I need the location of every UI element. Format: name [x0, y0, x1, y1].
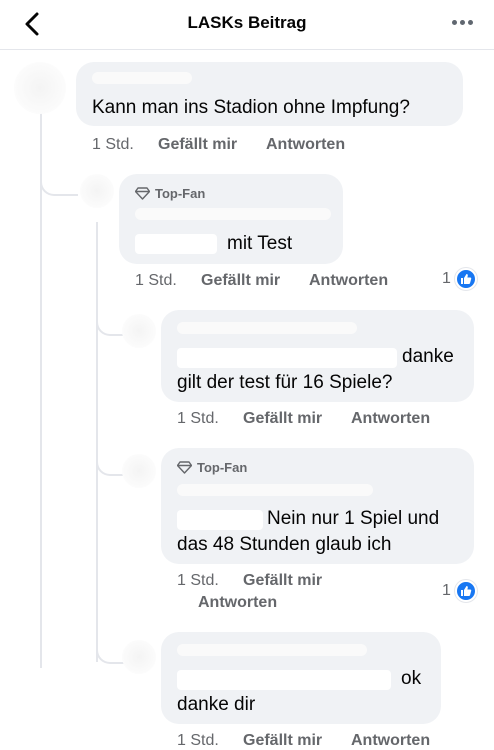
reply-button[interactable]: Antworten — [309, 272, 388, 290]
author-name[interactable] — [177, 644, 367, 656]
avatar[interactable] — [14, 62, 66, 114]
reply-button[interactable]: Antworten — [266, 136, 345, 154]
redacted-text — [177, 348, 397, 368]
comment-text: das 48 Stunden glaub ich — [177, 534, 392, 555]
top-fan-badge: Top-Fan — [177, 460, 247, 475]
comment-text: danke dir — [177, 694, 256, 715]
like-button[interactable]: Gefällt mir — [201, 272, 280, 290]
diamond-icon — [135, 187, 150, 200]
top-fan-badge: Top-Fan — [135, 186, 205, 201]
thumbs-up-icon — [454, 580, 477, 602]
comment-timestamp[interactable]: 1 Std. — [177, 732, 219, 750]
top-nav-bar: LASKs Beitrag — [0, 0, 494, 50]
comment-text: Nein nur 1 Spiel und — [267, 508, 440, 529]
comment-timestamp[interactable]: 1 Std. — [135, 272, 177, 290]
avatar[interactable] — [80, 174, 114, 208]
comment-text: Kann man ins Stadion ohne Impfung? — [92, 97, 410, 118]
redacted-text — [177, 670, 391, 690]
more-options-button[interactable] — [452, 20, 474, 26]
reaction-count: 1 — [442, 582, 451, 599]
reply-button[interactable]: Antworten — [351, 410, 430, 428]
author-name[interactable] — [92, 72, 192, 84]
author-name[interactable] — [177, 322, 357, 334]
comment-text: mit Test — [227, 233, 293, 254]
comment-timestamp[interactable]: 1 Std. — [177, 410, 219, 428]
comment-bubble[interactable]: Kann man ins Stadion ohne Impfung? — [76, 62, 463, 126]
redacted-text — [135, 234, 217, 254]
page-title: LASKs Beitrag — [187, 13, 307, 32]
reaction-count: 1 — [442, 270, 451, 287]
like-button[interactable]: Gefällt mir — [158, 136, 237, 154]
redacted-text — [177, 510, 263, 530]
comment-text: danke — [402, 346, 454, 367]
comment-bubble[interactable]: Top-Fan Nein nur 1 Spiel und das 48 Stun… — [161, 448, 474, 564]
reaction-summary[interactable]: 1 — [442, 268, 477, 290]
like-button[interactable]: Gefällt mir — [243, 572, 322, 590]
comment-timestamp[interactable]: 1 Std. — [92, 136, 134, 154]
comment-bubble[interactable]: danke gilt der test für 16 Spiele? — [161, 310, 474, 402]
thumbs-up-icon — [454, 268, 477, 290]
avatar[interactable] — [122, 640, 156, 674]
author-name[interactable] — [177, 484, 373, 496]
diamond-icon — [177, 461, 192, 474]
comment-text: gilt der test für 16 Spiele? — [177, 372, 393, 393]
avatar[interactable] — [122, 314, 156, 348]
comment-bubble[interactable]: Top-Fan mit Test — [119, 174, 343, 264]
comment-timestamp[interactable]: 1 Std. — [177, 572, 219, 590]
comment-text: ok — [401, 668, 422, 689]
author-name[interactable] — [135, 208, 331, 220]
comment-bubble[interactable]: ok danke dir — [161, 632, 441, 724]
reaction-summary[interactable]: 1 — [442, 580, 477, 602]
like-button[interactable]: Gefällt mir — [243, 732, 322, 750]
more-horizontal-icon — [452, 20, 457, 25]
like-button[interactable]: Gefällt mir — [243, 410, 322, 428]
reply-button[interactable]: Antworten — [351, 732, 430, 750]
avatar[interactable] — [122, 454, 156, 488]
thread-line — [40, 108, 42, 668]
thread-connector — [40, 160, 78, 196]
reply-button[interactable]: Antworten — [198, 594, 277, 612]
